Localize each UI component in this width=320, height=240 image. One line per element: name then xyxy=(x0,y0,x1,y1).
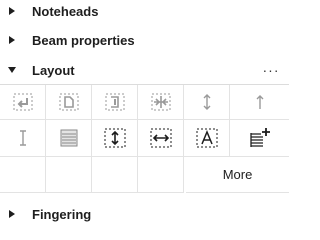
palette-cell-text-frame[interactable] xyxy=(184,120,230,157)
text-frame-icon xyxy=(196,128,217,148)
page-break-icon xyxy=(59,93,78,111)
section-label-noteheads: Noteheads xyxy=(32,3,99,19)
palette-cell-staff-spacer-fixed[interactable] xyxy=(0,120,46,157)
expand-arrow-icon xyxy=(8,210,16,218)
palette-cell-system-break[interactable] xyxy=(0,85,46,120)
section-label-layout: Layout xyxy=(32,62,75,78)
palette-cell-add-staff[interactable] xyxy=(230,120,289,157)
section-layout[interactable]: Layout ··· xyxy=(0,55,289,85)
keep-measures-icon xyxy=(151,93,170,111)
palette-cell-empty xyxy=(46,157,92,193)
horizontal-frame-icon xyxy=(60,129,77,147)
more-options-button[interactable]: ··· xyxy=(261,55,281,85)
staff-spacer-fixed-icon xyxy=(19,130,26,146)
layout-palette-grid: More xyxy=(0,84,289,193)
add-staff-icon xyxy=(249,128,270,147)
section-label-beam-properties: Beam properties xyxy=(32,32,135,48)
horizontal-spacer-icon xyxy=(150,128,171,148)
more-button[interactable]: More xyxy=(186,157,289,193)
section-break-icon xyxy=(105,93,124,111)
vertical-spacer-icon xyxy=(104,128,125,148)
section-beam-properties[interactable]: Beam properties xyxy=(0,25,289,55)
palette-cell-empty xyxy=(138,157,184,193)
collapse-arrow-icon xyxy=(8,66,16,74)
expand-arrow-icon xyxy=(8,36,16,44)
section-label-fingering: Fingering xyxy=(32,206,92,222)
palette-cell-empty xyxy=(92,157,138,193)
palette-cell-horizontal-spacer[interactable] xyxy=(138,120,184,157)
section-noteheads[interactable]: Noteheads xyxy=(0,0,289,26)
palette-cell-page-break[interactable] xyxy=(46,85,92,120)
palette-cell-empty xyxy=(0,157,46,193)
palette-cell-keep-measures[interactable] xyxy=(138,85,184,120)
palette-cell-staff-spacer-down[interactable] xyxy=(184,85,230,120)
palette-cell-vertical-spacer[interactable] xyxy=(92,120,138,157)
staff-spacer-down-icon xyxy=(203,94,210,110)
palette-cell-section-break[interactable] xyxy=(92,85,138,120)
palette-cell-staff-spacer-up[interactable] xyxy=(230,85,289,120)
staff-spacer-up-icon xyxy=(256,95,263,109)
system-break-icon xyxy=(13,93,32,111)
section-fingering[interactable]: Fingering xyxy=(0,199,289,229)
expand-arrow-icon xyxy=(8,7,16,15)
palette-cell-horizontal-frame[interactable] xyxy=(46,120,92,157)
